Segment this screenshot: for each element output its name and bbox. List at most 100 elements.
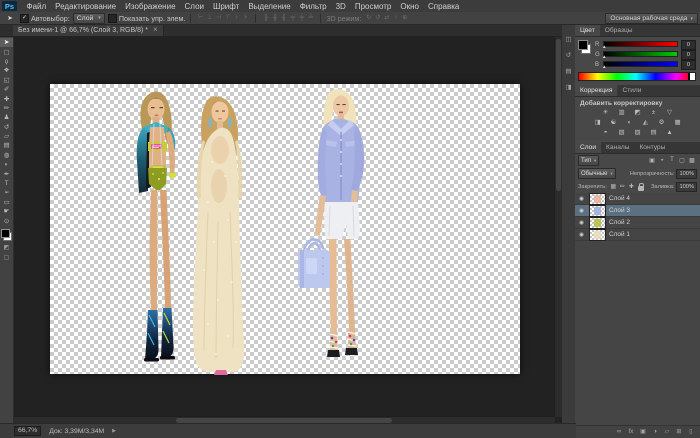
layer-row[interactable]: ◉Слой 1: [575, 229, 700, 241]
move-tool[interactable]: ➤: [0, 38, 13, 47]
layer-filter-icon-0[interactable]: ▣: [647, 157, 657, 164]
menu-item-1[interactable]: Редактирование: [51, 2, 121, 11]
layers-action-icon-4[interactable]: ▱: [663, 427, 671, 437]
shape-tool[interactable]: ▭: [0, 198, 13, 207]
adjustment-icon-1-5[interactable]: ▦: [671, 119, 684, 127]
3d-mode-icon-1[interactable]: ↺: [373, 13, 382, 23]
layer-filter-icon-2[interactable]: T: [667, 157, 677, 164]
slider-B[interactable]: ▲: [603, 60, 678, 69]
lock-all-icon[interactable]: [638, 186, 644, 191]
3d-mode-icon-0[interactable]: ↻: [364, 13, 373, 23]
screen-mode-icon[interactable]: ▢: [4, 254, 10, 261]
adjustment-icon-1-0[interactable]: ◨: [591, 119, 604, 127]
menu-item-3[interactable]: Слои: [180, 2, 208, 11]
3d-mode-icon-2[interactable]: ⇄: [382, 13, 391, 23]
distribute-icon-0[interactable]: ╟: [261, 13, 270, 23]
adjustment-icon-0-0[interactable]: ☀: [599, 109, 612, 117]
layer-filter-icon-1[interactable]: ◒: [657, 157, 667, 164]
distribute-icon-3[interactable]: ╤: [288, 13, 297, 23]
opacity-value[interactable]: 100%: [676, 169, 697, 179]
adjustment-icon-2-3[interactable]: ▤: [647, 129, 660, 137]
layers-action-icon-0[interactable]: ∞: [615, 427, 623, 437]
dock-panel-icon-2[interactable]: ▤: [562, 68, 575, 76]
document-canvas[interactable]: [50, 84, 520, 374]
close-tab-icon[interactable]: ×: [153, 26, 158, 34]
crop-tool[interactable]: ◱: [0, 76, 13, 85]
eraser-tool[interactable]: ▱: [0, 132, 13, 141]
dodge-tool[interactable]: ◐: [0, 160, 13, 169]
menu-item-7[interactable]: 3D: [331, 2, 350, 11]
blend-mode-dropdown[interactable]: Обычные ▾: [578, 168, 616, 179]
quick-mask-icon[interactable]: ◩: [4, 244, 10, 251]
layer-thumbnail[interactable]: [589, 217, 606, 229]
lock-option-icon-2[interactable]: ✚: [627, 183, 636, 190]
channel-value-B[interactable]: 0: [681, 60, 696, 70]
workspace-switcher-button[interactable]: Основная рабочая среда ▾: [605, 13, 698, 24]
zoom-tool[interactable]: ⊙: [0, 216, 13, 225]
align-icon-1[interactable]: ⊥: [205, 13, 214, 23]
adjustment-icon-2-0[interactable]: ◓: [599, 129, 612, 137]
layer-thumbnail[interactable]: [589, 193, 606, 205]
foreground-color-swatch[interactable]: [578, 40, 588, 50]
dock-panel-icon-1[interactable]: ↺: [562, 52, 575, 60]
panel-tab-1[interactable]: Образцы: [600, 25, 638, 36]
distribute-icon-2[interactable]: ╢: [279, 13, 288, 23]
color-swatches[interactable]: [1, 229, 12, 241]
adjustment-icon-0-4[interactable]: ▽: [663, 109, 676, 117]
dock-panel-icon-0[interactable]: ◫: [562, 36, 575, 44]
lock-option-icon-1[interactable]: ✏: [618, 183, 627, 190]
foreground-color-swatch[interactable]: [1, 229, 10, 238]
visibility-eye-icon[interactable]: ◉: [577, 196, 586, 202]
menu-item-8[interactable]: Просмотр: [350, 2, 396, 11]
color-spectrum-ramp[interactable]: [578, 72, 696, 81]
layers-action-icon-5[interactable]: ⊞: [675, 427, 683, 437]
type-tool[interactable]: T: [0, 179, 13, 188]
adjustment-icon-0-2[interactable]: ◩: [631, 109, 644, 117]
pen-tool[interactable]: ✒: [0, 169, 13, 178]
align-icon-5[interactable]: ⊧: [241, 13, 250, 23]
history-brush-tool[interactable]: ↺: [0, 123, 13, 132]
layers-action-icon-1[interactable]: fx: [627, 427, 635, 437]
show-transform-controls-checkbox[interactable]: Показать упр. элем.: [108, 14, 186, 23]
adjustment-icon-0-1[interactable]: ▥: [615, 109, 628, 117]
hand-tool[interactable]: ☛: [0, 207, 13, 216]
visibility-eye-icon[interactable]: ◉: [577, 220, 586, 226]
menu-item-4[interactable]: Шрифт: [208, 2, 243, 11]
panel-tab-0[interactable]: Коррекция: [575, 85, 617, 96]
distribute-icon-4[interactable]: ╪: [297, 13, 306, 23]
menu-item-10[interactable]: Справка: [423, 2, 463, 11]
panel-color-swatches[interactable]: [578, 40, 591, 54]
3d-mode-icon-3[interactable]: ↕: [391, 13, 400, 23]
slider-G[interactable]: ▲: [603, 50, 678, 59]
menu-item-2[interactable]: Изображение: [121, 2, 180, 11]
clone-stamp-tool[interactable]: ♟: [0, 113, 13, 122]
distribute-icon-5[interactable]: ╧: [306, 13, 315, 23]
healing-brush-tool[interactable]: ✚: [0, 94, 13, 103]
layer-row[interactable]: ◉Слой 3: [575, 205, 700, 217]
channel-value-R[interactable]: 0: [681, 40, 696, 50]
adjustment-icon-1-4[interactable]: ⚙: [655, 119, 668, 127]
align-icon-2[interactable]: ⊣: [214, 13, 223, 23]
adjustment-icon-1-3[interactable]: ◭: [639, 119, 652, 127]
adjustment-icon-1-1[interactable]: ☯: [607, 119, 620, 127]
path-selection-tool[interactable]: ➢: [0, 188, 13, 197]
document-tab[interactable]: Без имени-1 @ 66,7% (Слой 3, RGB/8) * ×: [13, 24, 164, 36]
visibility-eye-icon[interactable]: ◉: [577, 232, 586, 238]
layer-filter-icon-4[interactable]: ▩: [687, 157, 697, 164]
quick-selection-tool[interactable]: ❖: [0, 66, 13, 75]
adjustment-icon-1-2[interactable]: ◐: [623, 119, 636, 127]
adjustment-icon-2-2[interactable]: ▨: [631, 129, 644, 137]
align-icon-0[interactable]: ⊢: [196, 13, 205, 23]
autoselect-target-dropdown[interactable]: Слой ▾: [73, 13, 105, 24]
align-icon-4[interactable]: ⊦: [232, 13, 241, 23]
align-icon-3[interactable]: ⊤: [223, 13, 232, 23]
panel-tab-1[interactable]: Стили: [617, 85, 646, 96]
3d-mode-icon-4[interactable]: ⊕: [400, 13, 409, 23]
layer-row[interactable]: ◉Слой 4: [575, 193, 700, 205]
eyedropper-tool[interactable]: ✐: [0, 85, 13, 94]
layer-thumbnail[interactable]: [589, 229, 606, 241]
distribute-icon-1[interactable]: ╫: [270, 13, 279, 23]
channel-value-G[interactable]: 0: [681, 50, 696, 60]
lasso-tool[interactable]: ϙ: [0, 57, 13, 66]
menu-item-6[interactable]: Фильтр: [295, 2, 331, 11]
